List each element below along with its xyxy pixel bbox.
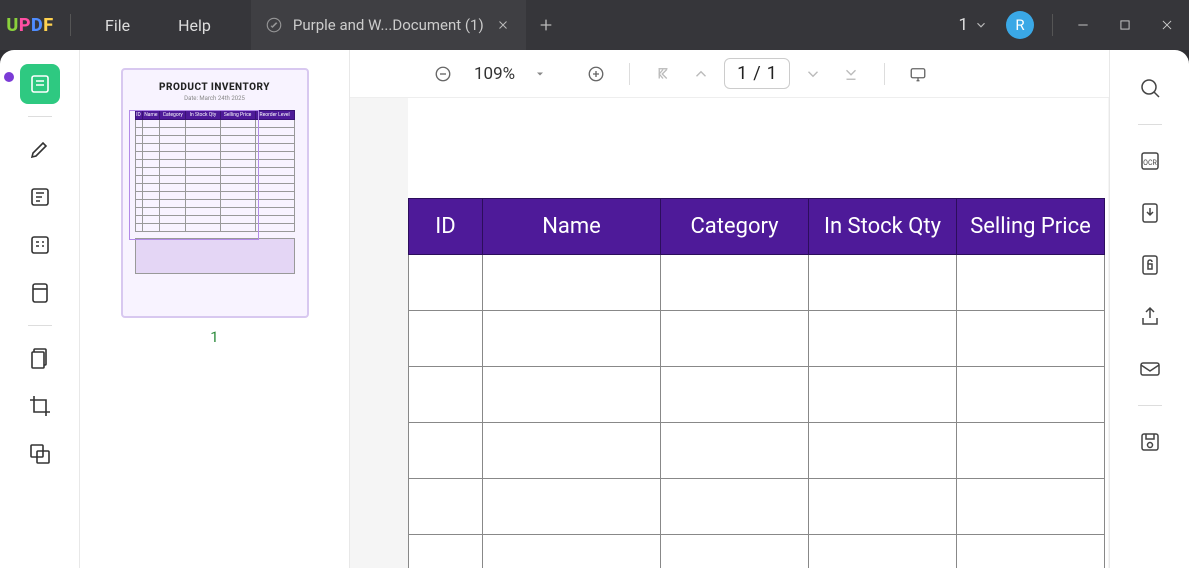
avatar-initial: R — [1015, 16, 1024, 34]
tab-title: Purple and W...Document (1) — [293, 16, 484, 34]
scale-value: 1 — [958, 15, 968, 35]
no-edit-icon — [265, 16, 283, 34]
separator — [1138, 405, 1162, 406]
viewer-toolbar: 109% 1 / 1 — [350, 50, 1109, 98]
logo-letter: F — [43, 15, 53, 36]
table-row — [409, 535, 1105, 568]
separator — [1138, 124, 1162, 125]
menu-help[interactable]: Help — [154, 16, 235, 35]
search-button[interactable] — [1130, 68, 1170, 108]
page-thumbnail[interactable]: PRODUCT INVENTORY Date: March 24th 2025 … — [121, 68, 309, 318]
thumbnail-date: Date: March 24th 2025 — [184, 95, 245, 102]
page-tool-button[interactable] — [20, 273, 60, 313]
table-header-price: Selling Price — [957, 199, 1105, 255]
separator — [28, 116, 52, 117]
batch-tool-button[interactable] — [20, 434, 60, 474]
document-viewer: 109% 1 / 1 — [350, 50, 1109, 568]
app-logo: UPDF — [0, 15, 60, 36]
window-maximize-button[interactable] — [1113, 13, 1137, 37]
zoom-out-button[interactable] — [428, 59, 458, 89]
organize-tool-button[interactable] — [20, 338, 60, 378]
thumbnail-page-number: 1 — [210, 328, 218, 346]
active-indicator-dot — [4, 72, 14, 82]
reader-tool-button[interactable] — [20, 64, 60, 104]
separator — [70, 14, 71, 36]
separator — [1052, 14, 1053, 36]
logo-letter: P — [19, 15, 31, 36]
title-bar: UPDF File Help Purple and W...Document (… — [0, 0, 1189, 50]
table-row — [409, 479, 1105, 535]
zoom-dropdown[interactable] — [531, 68, 549, 80]
crop-tool-button[interactable] — [20, 386, 60, 426]
thumbnail-title: PRODUCT INVENTORY — [159, 82, 270, 93]
first-page-button[interactable] — [648, 59, 678, 89]
convert-button[interactable] — [1130, 193, 1170, 233]
page-total: 1 — [767, 63, 777, 84]
separator — [884, 63, 885, 85]
page-sep: / — [753, 63, 760, 84]
window-close-button[interactable] — [1155, 13, 1179, 37]
window-minimize-button[interactable] — [1071, 13, 1095, 37]
last-page-button[interactable] — [836, 59, 866, 89]
logo-letter: U — [6, 15, 18, 36]
thumbnail-viewport-indicator — [129, 110, 259, 240]
menu-file[interactable]: File — [81, 16, 154, 35]
prev-page-button[interactable] — [686, 59, 716, 89]
thumbnail-panel: PRODUCT INVENTORY Date: March 24th 2025 … — [80, 50, 350, 568]
save-button[interactable] — [1130, 422, 1170, 462]
table-header-name: Name — [483, 199, 661, 255]
table-row — [409, 367, 1105, 423]
inventory-table: ID Name Category In Stock Qty Selling Pr… — [408, 198, 1105, 568]
share-button[interactable] — [1130, 297, 1170, 337]
table-row — [409, 311, 1105, 367]
zoom-level: 109% — [466, 64, 523, 84]
zoom-in-button[interactable] — [581, 59, 611, 89]
document-page: ID Name Category In Stock Qty Selling Pr… — [408, 98, 1108, 568]
separator — [629, 63, 630, 85]
logo-letter: D — [31, 15, 43, 36]
edit-text-tool-button[interactable] — [20, 177, 60, 217]
protect-button[interactable] — [1130, 245, 1170, 285]
table-header-id: ID — [409, 199, 483, 255]
table-header-category: Category — [661, 199, 809, 255]
left-toolbar — [0, 50, 80, 568]
svg-text:OCR: OCR — [1143, 159, 1157, 167]
next-page-button[interactable] — [798, 59, 828, 89]
tab-close-button[interactable] — [494, 16, 512, 34]
document-scroll-area[interactable]: ID Name Category In Stock Qty Selling Pr… — [350, 98, 1109, 568]
table-row — [409, 255, 1105, 311]
chevron-down-icon — [974, 18, 988, 32]
annotate-tool-button[interactable] — [20, 129, 60, 169]
thumbnail-notes-area — [135, 238, 295, 274]
right-toolbar: OCR — [1109, 50, 1189, 568]
ocr-button[interactable]: OCR — [1130, 141, 1170, 181]
presentation-button[interactable] — [903, 59, 933, 89]
form-tool-button[interactable] — [20, 225, 60, 265]
new-tab-button[interactable] — [526, 17, 566, 33]
table-header-stock: In Stock Qty — [809, 199, 957, 255]
page-current: 1 — [737, 63, 747, 84]
window-scale-indicator[interactable]: 1 — [958, 15, 988, 35]
page-indicator[interactable]: 1 / 1 — [724, 58, 790, 89]
separator — [28, 325, 52, 326]
thumb-header: Reorder Level — [255, 111, 294, 120]
document-tab[interactable]: Purple and W...Document (1) — [251, 0, 526, 50]
table-row — [409, 423, 1105, 479]
user-avatar[interactable]: R — [1006, 11, 1034, 39]
email-button[interactable] — [1130, 349, 1170, 389]
